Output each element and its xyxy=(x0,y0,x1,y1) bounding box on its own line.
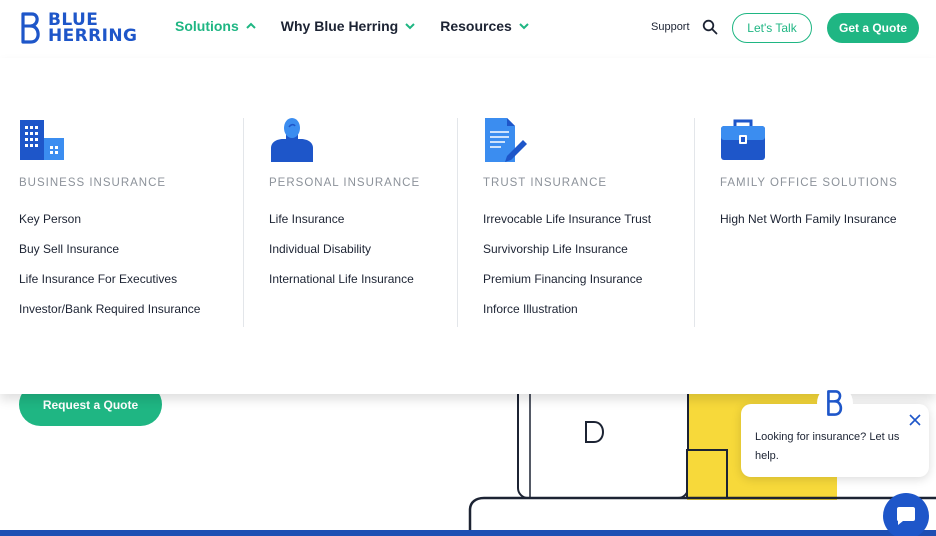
solutions-dropdown: BUSINESS INSURANCE Key Person Buy Sell I… xyxy=(0,58,936,394)
menu-link-high-net-worth[interactable]: High Net Worth Family Insurance xyxy=(720,212,897,242)
close-icon[interactable] xyxy=(908,413,922,427)
building-icon xyxy=(20,120,64,160)
column-title: FAMILY OFFICE SOLUTIONS xyxy=(720,177,898,189)
link-list: Irrevocable Life Insurance Trust Survivo… xyxy=(483,212,651,332)
link-list: Key Person Buy Sell Insurance Life Insur… xyxy=(19,212,200,332)
chevron-down-icon xyxy=(405,23,415,30)
menu-link-life-insurance[interactable]: Life Insurance xyxy=(269,212,414,242)
support-link[interactable]: Support xyxy=(651,21,690,33)
lets-talk-button[interactable]: Let's Talk xyxy=(732,13,812,43)
nav-resources[interactable]: Resources xyxy=(440,18,530,34)
menu-link-international-life[interactable]: International Life Insurance xyxy=(269,272,414,302)
site-header: BLUE HERRING Solutions Why Blue Herring … xyxy=(0,0,936,58)
menu-link-ilit[interactable]: Irrevocable Life Insurance Trust xyxy=(483,212,651,242)
nav-resources-label: Resources xyxy=(440,18,512,34)
nav-solutions[interactable]: Solutions xyxy=(175,18,257,34)
column-title: TRUST INSURANCE xyxy=(483,177,608,189)
nav-solutions-label: Solutions xyxy=(175,18,239,34)
briefcase-icon xyxy=(721,119,765,160)
chevron-up-icon xyxy=(246,22,256,29)
column-business-insurance: BUSINESS INSURANCE Key Person Buy Sell I… xyxy=(19,58,243,394)
chevron-down-icon xyxy=(519,23,529,30)
logo-mark-icon xyxy=(21,12,40,44)
brand-line-2: HERRING xyxy=(48,26,138,46)
link-list: High Net Worth Family Insurance xyxy=(720,212,897,242)
search-icon[interactable] xyxy=(702,19,718,35)
menu-link-buy-sell[interactable]: Buy Sell Insurance xyxy=(19,242,200,272)
chat-icon xyxy=(897,507,915,525)
menu-link-individual-disability[interactable]: Individual Disability xyxy=(269,242,414,272)
nav-why-label: Why Blue Herring xyxy=(280,18,399,34)
get-quote-button[interactable]: Get a Quote xyxy=(827,13,919,43)
menu-link-investor-bank[interactable]: Investor/Bank Required Insurance xyxy=(19,302,200,332)
brand-wordmark: BLUE HERRING xyxy=(48,12,138,46)
chat-launcher-button[interactable] xyxy=(883,493,929,536)
chat-avatar xyxy=(817,385,853,421)
logo-mark-icon xyxy=(827,390,843,416)
person-icon xyxy=(271,118,313,162)
menu-link-key-person[interactable]: Key Person xyxy=(19,212,200,242)
column-title: PERSONAL INSURANCE xyxy=(269,177,421,189)
menu-link-survivorship[interactable]: Survivorship Life Insurance xyxy=(483,242,651,272)
column-title: BUSINESS INSURANCE xyxy=(19,177,167,189)
link-list: Life Insurance Individual Disability Int… xyxy=(269,212,414,302)
brand-logo[interactable]: BLUE HERRING xyxy=(18,11,140,45)
main-nav: Solutions Why Blue Herring Resources xyxy=(175,18,554,34)
column-family-office: FAMILY OFFICE SOLUTIONS High Net Worth F… xyxy=(694,118,930,327)
column-personal-insurance: PERSONAL INSURANCE Life Insurance Indivi… xyxy=(243,118,457,327)
column-trust-insurance: TRUST INSURANCE Irrevocable Life Insuran… xyxy=(457,118,694,327)
menu-link-executives[interactable]: Life Insurance For Executives xyxy=(19,272,200,302)
chat-message: Looking for insurance? Let us help. xyxy=(755,431,900,462)
menu-link-inforce-illustration[interactable]: Inforce Illustration xyxy=(483,302,651,332)
bottom-color-bar xyxy=(0,530,936,536)
document-pen-icon xyxy=(485,118,527,162)
nav-why-blue-herring[interactable]: Why Blue Herring xyxy=(281,18,416,34)
menu-link-premium-financing[interactable]: Premium Financing Insurance xyxy=(483,272,651,302)
